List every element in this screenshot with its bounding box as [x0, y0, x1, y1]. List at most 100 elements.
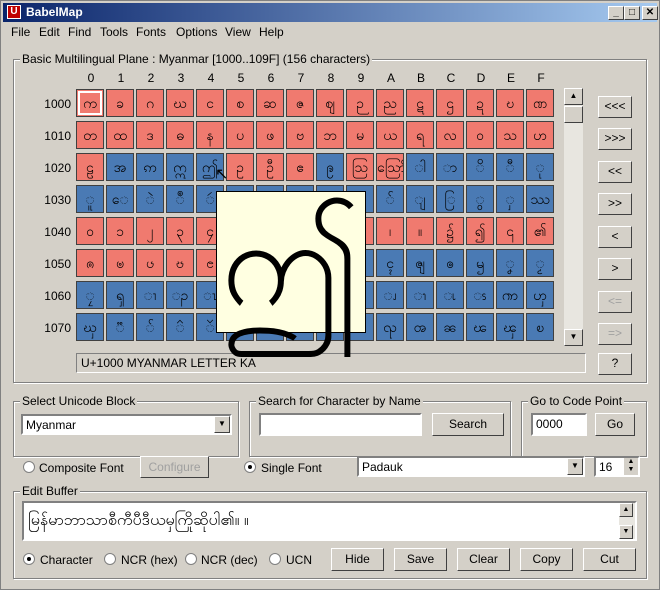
character-cell[interactable]: ည — [376, 89, 404, 117]
character-cell[interactable]: ဓ — [166, 121, 194, 149]
save-button[interactable]: Save — [394, 548, 447, 571]
menu-file[interactable]: File — [11, 25, 30, 39]
single-font-radio[interactable] — [244, 461, 256, 473]
character-cell[interactable]: ွ — [466, 185, 494, 213]
character-cell[interactable]: ဦ — [256, 153, 284, 181]
spin-arrows-icon[interactable]: ▲ ▼ — [624, 458, 638, 475]
character-cell[interactable]: ၓ — [166, 249, 194, 277]
character-cell[interactable]: ၯ — [526, 281, 554, 309]
character-cell[interactable]: ယ — [376, 121, 404, 149]
character-cell[interactable]: ၞ — [496, 249, 524, 277]
character-cell[interactable]: ါ — [406, 153, 434, 181]
character-cell[interactable]: သ — [496, 121, 524, 149]
character-cell[interactable]: ခ — [106, 89, 134, 117]
character-cell[interactable]: ဎ — [496, 89, 524, 117]
character-cell[interactable]: ၱ — [106, 313, 134, 341]
character-cell[interactable]: ူ — [76, 185, 104, 213]
character-cell[interactable]: ဌ — [436, 89, 464, 117]
hide-button[interactable]: Hide — [331, 548, 384, 571]
chevron-down-icon[interactable]: ▼ — [214, 416, 230, 433]
nav-prev-button[interactable]: < — [598, 226, 632, 248]
character-cell[interactable]: ု — [526, 153, 554, 181]
character-cell[interactable]: ၊ — [376, 217, 404, 245]
character-cell[interactable]: ၀ — [76, 217, 104, 245]
character-cell[interactable]: ။ — [406, 217, 434, 245]
character-cell[interactable]: ဠ — [76, 153, 104, 181]
character-cell[interactable]: ဇ — [286, 89, 314, 117]
character-cell[interactable]: ၃ — [166, 217, 194, 245]
character-cell[interactable]: ဟ — [526, 121, 554, 149]
mode-ncr-hex-radio[interactable] — [104, 553, 116, 565]
character-cell[interactable]: ဧ — [286, 153, 314, 181]
menu-options[interactable]: Options — [176, 25, 217, 39]
character-cell[interactable]: ၠ — [76, 281, 104, 309]
character-cell[interactable]: ၻ — [406, 313, 434, 341]
go-button[interactable]: Go — [595, 413, 635, 436]
character-cell[interactable]: ၮ — [496, 281, 524, 309]
character-cell[interactable]: င — [196, 89, 224, 117]
nav-prev-page-button[interactable]: << — [598, 161, 632, 183]
character-cell[interactable]: အ — [106, 153, 134, 181]
character-cell[interactable]: န — [196, 121, 224, 149]
scroll-down-icon[interactable]: ▼ — [619, 525, 633, 539]
character-cell[interactable]: က — [76, 89, 104, 117]
character-cell[interactable]: ဲ — [136, 185, 164, 213]
font-select[interactable]: Padauk ▼ — [357, 456, 585, 477]
character-cell[interactable]: ေ — [106, 185, 134, 213]
character-cell[interactable]: စ — [226, 89, 254, 117]
mode-ncr-dec-radio[interactable] — [185, 553, 197, 565]
character-cell[interactable]: ၰ — [76, 313, 104, 341]
nav-first-button[interactable]: <<< — [598, 96, 632, 118]
character-cell[interactable]: ာ — [436, 153, 464, 181]
character-cell[interactable]: ၭ — [466, 281, 494, 309]
character-cell[interactable]: ၜ — [436, 249, 464, 277]
character-cell[interactable]: ၁ — [106, 217, 134, 245]
character-cell[interactable]: ၼ — [436, 313, 464, 341]
character-cell[interactable]: ၿ — [526, 313, 554, 341]
character-cell[interactable]: ျ — [406, 185, 434, 213]
character-cell[interactable]: ၍ — [466, 217, 494, 245]
character-cell[interactable]: လ — [436, 121, 464, 149]
character-cell[interactable]: ဘ — [316, 121, 344, 149]
character-cell[interactable]: ှ — [496, 185, 524, 213]
minimize-button[interactable]: _ — [608, 6, 624, 20]
character-cell[interactable]: ဒ — [136, 121, 164, 149]
mode-ucn-radio[interactable] — [269, 553, 281, 565]
character-cell[interactable]: ၏ — [526, 217, 554, 245]
codepoint-input[interactable]: 0000 — [531, 413, 587, 436]
chevron-down-icon[interactable]: ▼ — [567, 458, 583, 475]
character-cell[interactable]: ၬ — [436, 281, 464, 309]
help-button[interactable]: ? — [598, 353, 632, 375]
character-cell[interactable]: ရ — [406, 121, 434, 149]
character-cell[interactable]: ၛ — [406, 249, 434, 277]
menu-help[interactable]: Help — [259, 25, 284, 39]
character-cell[interactable]: ဂ — [136, 89, 164, 117]
menu-edit[interactable]: Edit — [39, 25, 60, 39]
character-cell[interactable]: ၽ — [466, 313, 494, 341]
menu-find[interactable]: Find — [68, 25, 91, 39]
character-cell[interactable]: ၑ — [106, 249, 134, 277]
character-cell[interactable]: ဨ — [316, 153, 344, 181]
search-input[interactable] — [259, 413, 422, 436]
character-cell[interactable]: ၣ — [166, 281, 194, 309]
copy-button[interactable]: Copy — [520, 548, 573, 571]
character-cell[interactable]: ၐ — [76, 249, 104, 277]
character-cell[interactable]: ဆ — [256, 89, 284, 117]
character-cell[interactable]: ဃ — [166, 89, 194, 117]
nav-next-button[interactable]: > — [598, 258, 632, 280]
character-cell[interactable]: ဪ — [376, 153, 404, 181]
character-cell[interactable]: ြ — [436, 185, 464, 213]
character-cell[interactable]: ဣ — [166, 153, 194, 181]
nav-back-button[interactable]: <= — [598, 291, 632, 313]
block-select[interactable]: Myanmar ▼ — [21, 414, 232, 435]
character-cell[interactable]: ဍ — [466, 89, 494, 117]
character-cell[interactable]: ၺ — [376, 313, 404, 341]
character-cell[interactable]: ဥ — [226, 153, 254, 181]
menu-view[interactable]: View — [225, 25, 251, 39]
character-cell[interactable]: ဈ — [316, 89, 344, 117]
character-cell[interactable]: ၡ — [106, 281, 134, 309]
character-cell[interactable]: ဢ — [136, 153, 164, 181]
cut-button[interactable]: Cut — [583, 548, 636, 571]
character-cell[interactable]: ၲ — [136, 313, 164, 341]
character-cell[interactable]: ၾ — [496, 313, 524, 341]
